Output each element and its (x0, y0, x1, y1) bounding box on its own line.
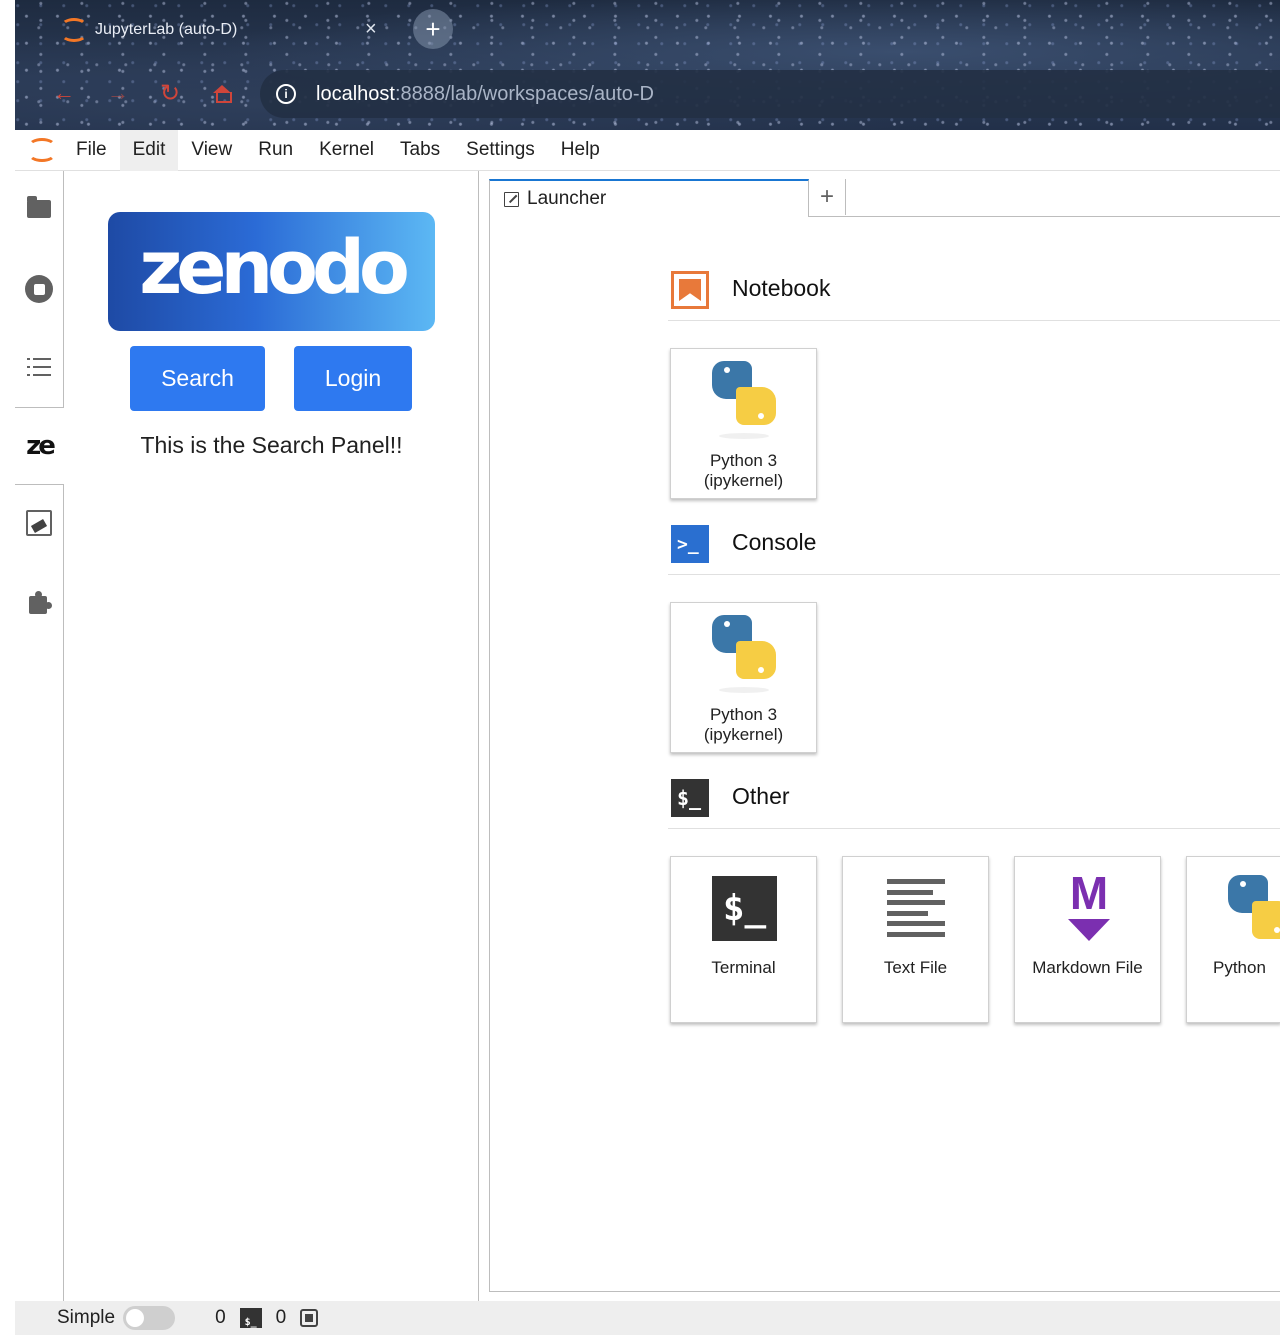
jupyter-logo-icon (59, 18, 87, 42)
console-icon: >_ (671, 525, 709, 563)
card-label-line: Python 3 (709, 705, 778, 724)
console-python3-card[interactable]: Python 3 (ipykernel) (670, 602, 817, 753)
zenodo-icon: ze (26, 431, 56, 461)
menu-file[interactable]: File (63, 130, 120, 171)
terminal-icon[interactable]: $_ (239, 1308, 262, 1328)
markdown-file-card[interactable]: M Markdown File (1014, 856, 1161, 1023)
sidebar-item-running[interactable] (15, 259, 63, 319)
card-label: Text File (883, 958, 948, 977)
card-label: Python 3 (ipykernel) (671, 705, 816, 745)
markdown-glyph: M (1069, 867, 1109, 919)
menu-kernel[interactable]: Kernel (306, 130, 387, 171)
python-icon (712, 361, 776, 425)
card-label: Python (1213, 958, 1266, 977)
menu-tabs[interactable]: Tabs (387, 130, 453, 171)
markdown-arrow (1068, 919, 1110, 941)
simple-mode-toggle[interactable] (123, 1306, 176, 1330)
kernel-count[interactable]: 0 (276, 1307, 287, 1329)
simple-mode-label: Simple (57, 1307, 116, 1328)
browser-chrome: JupyterLab (auto-D) × + ← → ↻ i localhos… (15, 0, 1280, 130)
python-icon (1228, 875, 1280, 939)
terminal-section-icon: $_ (671, 779, 709, 817)
sidebar-item-files[interactable] (15, 179, 63, 239)
extension-icon (26, 590, 52, 616)
notebook-icon (671, 271, 709, 309)
notebook-python3-card[interactable]: Python 3 (ipykernel) (670, 348, 817, 499)
section-title: Console (732, 529, 817, 555)
text-file-icon (887, 879, 945, 937)
card-label: Markdown File (1032, 958, 1143, 977)
info-icon[interactable]: i (276, 84, 296, 104)
menu-view[interactable]: View (178, 130, 245, 171)
folder-icon (27, 196, 51, 218)
python-icon-shadow (719, 433, 769, 439)
close-icon[interactable]: × (365, 18, 377, 41)
card-label-line: (ipykernel) (703, 725, 784, 744)
section-other: $_ Other (668, 779, 1280, 829)
terminal-card[interactable]: $_ Terminal (670, 856, 817, 1023)
running-icon (25, 275, 53, 303)
section-console: >_ Console (668, 525, 1280, 575)
menu-edit[interactable]: Edit (119, 129, 179, 171)
card-label-line: Python 3 (709, 451, 778, 470)
home-button[interactable] (207, 78, 237, 108)
dock-tab-bar: Launcher + (489, 179, 1280, 217)
section-title: Other (732, 783, 790, 809)
launcher: Notebook Python 3 (ipykernel) >_ Console… (489, 217, 1280, 1292)
sidebar-item-zenodo[interactable]: ze (15, 407, 64, 485)
zenodo-panel: zenodo Search Login This is the Search P… (64, 171, 479, 1301)
menu-help[interactable]: Help (548, 130, 613, 171)
status-bar: Simple 0 $_ 0 (15, 1301, 1280, 1335)
card-label-line: (ipykernel) (703, 471, 784, 490)
jupyter-logo-icon (27, 135, 56, 165)
zenodo-logo-text: zenodo (139, 224, 410, 311)
url-host: localhost (316, 82, 395, 105)
sidebar-item-cleaner[interactable] (15, 493, 63, 553)
main-area: Launcher + Notebook Python 3 (ipykernel)… (480, 171, 1280, 1301)
reload-button[interactable]: ↻ (155, 78, 185, 108)
python-icon-shadow (719, 687, 769, 693)
zenodo-logo: zenodo (108, 212, 435, 331)
menu-bar: File Edit View Run Kernel Tabs Settings … (15, 129, 1280, 171)
section-title: Notebook (732, 275, 831, 301)
kernel-icon[interactable] (300, 1309, 319, 1327)
add-launcher-button[interactable]: + (809, 179, 846, 215)
card-label: Terminal (711, 958, 776, 977)
text-file-card[interactable]: Text File (842, 856, 989, 1023)
tab-title: JupyterLab (auto-D) (95, 21, 238, 38)
left-sidebar: ze (15, 171, 64, 1301)
screen-edge (0, 0, 15, 1335)
terminal-count[interactable]: 0 (215, 1307, 226, 1329)
menu-run[interactable]: Run (245, 130, 306, 171)
jupyter-logo (15, 130, 63, 171)
sidebar-item-toc[interactable] (15, 337, 63, 397)
tab-launcher[interactable]: Launcher (489, 179, 809, 217)
browser-tab[interactable]: JupyterLab (auto-D) × (55, 10, 395, 50)
panel-message: This is the Search Panel!! (140, 432, 403, 458)
python-file-card[interactable]: Python (1186, 856, 1280, 1023)
address-bar[interactable]: i localhost:8888/lab/workspaces/auto-D (260, 70, 1280, 118)
card-label: Python 3 (ipykernel) (671, 451, 816, 491)
search-button[interactable]: Search (130, 346, 265, 411)
new-tab-button[interactable]: + (413, 9, 453, 49)
sidebar-item-extensions[interactable] (15, 573, 63, 633)
python-icon (712, 615, 776, 679)
forward-button[interactable]: → (103, 78, 133, 108)
cleaner-icon (26, 510, 52, 536)
section-notebook: Notebook (668, 271, 1280, 321)
back-button[interactable]: ← (49, 78, 79, 108)
tab-launcher-label: Launcher (527, 188, 607, 209)
launcher-icon (504, 191, 519, 207)
markdown-icon: M (1059, 867, 1119, 941)
login-button[interactable]: Login (294, 346, 412, 411)
menu-settings[interactable]: Settings (453, 130, 548, 171)
toc-icon (27, 358, 51, 376)
url-path: :8888/lab/workspaces/auto-D (394, 82, 654, 105)
home-icon (213, 85, 232, 103)
terminal-icon: $_ (712, 876, 777, 941)
